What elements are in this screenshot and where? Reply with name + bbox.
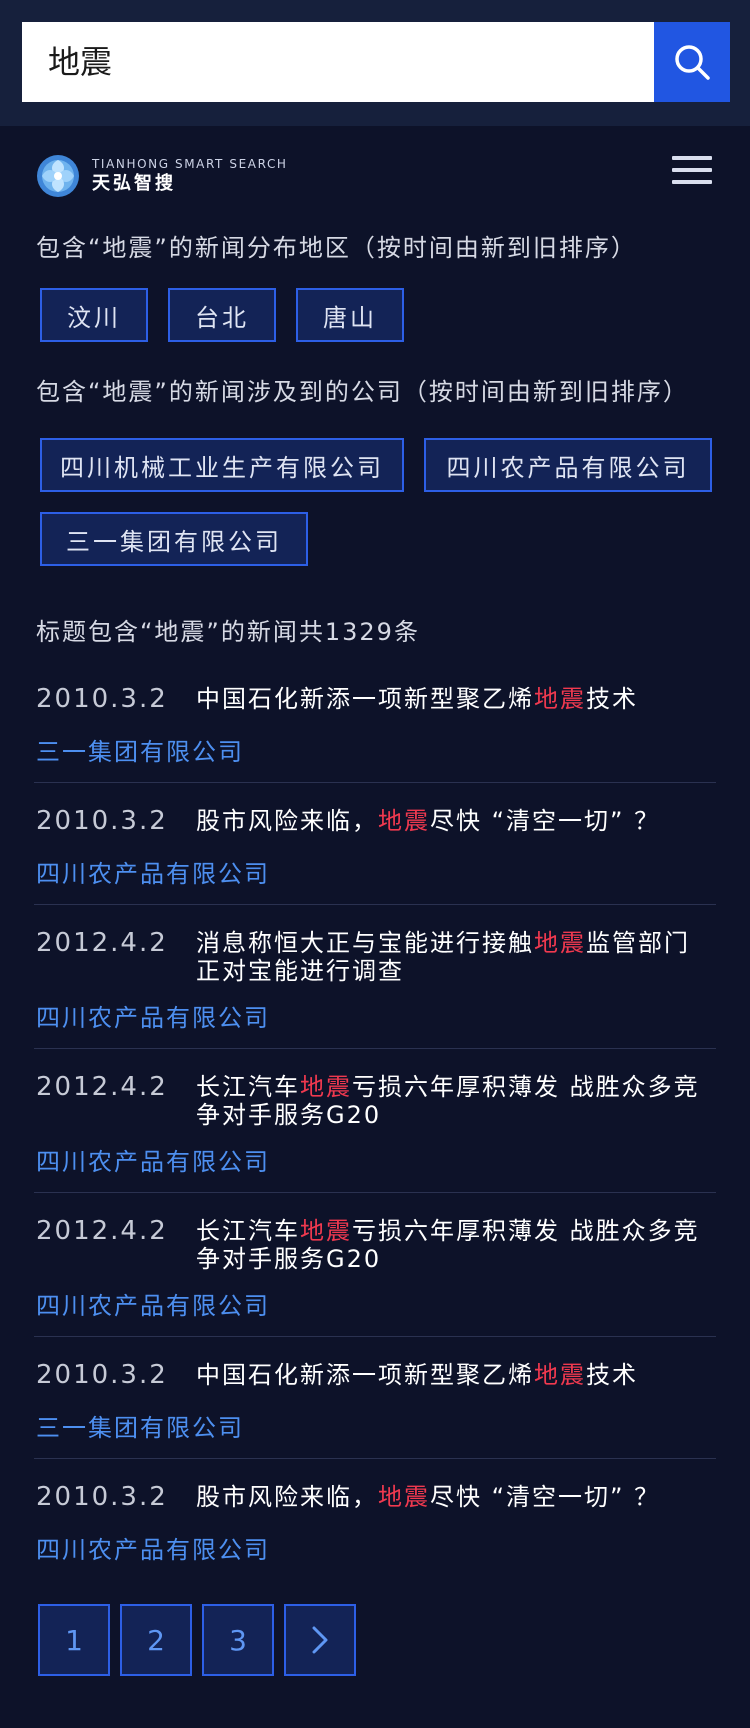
results-summary: 标题包含“地震”的新闻共1329条 xyxy=(36,618,420,646)
news-title[interactable]: 股市风险来临，地震尽快 “清空一切” ？ xyxy=(196,807,712,835)
keyword-highlight: 地震 xyxy=(300,1073,352,1101)
next-page-button[interactable] xyxy=(284,1604,356,1676)
news-title[interactable]: 消息称恒大正与宝能进行接触地震监管部门正对宝能进行调查 xyxy=(196,929,712,985)
search-icon xyxy=(675,45,710,80)
divider xyxy=(34,1192,716,1193)
news-company-link[interactable]: 四川农产品有限公司 xyxy=(36,998,270,1033)
news-date: 2010.3.2 xyxy=(36,1482,168,1512)
news-title[interactable]: 中国石化新添一项新型聚乙烯地震技术 xyxy=(196,685,712,713)
news-company-link[interactable]: 四川农产品有限公司 xyxy=(36,854,270,889)
menu-icon[interactable] xyxy=(672,156,712,188)
divider xyxy=(34,1458,716,1459)
news-company-link[interactable]: 三一集团有限公司 xyxy=(36,1408,244,1443)
keyword-highlight: 地震 xyxy=(300,1217,352,1245)
news-title[interactable]: 股市风险来临，地震尽快 “清空一切” ？ xyxy=(196,1483,712,1511)
region-tag[interactable]: 唐山 xyxy=(296,288,404,342)
region-tag[interactable]: 台北 xyxy=(168,288,276,342)
keyword-highlight: 地震 xyxy=(534,1361,586,1389)
divider xyxy=(34,1048,716,1049)
news-date: 2010.3.2 xyxy=(36,806,168,836)
news-title[interactable]: 中国石化新添一项新型聚乙烯地震技术 xyxy=(196,1361,712,1389)
news-date: 2010.3.2 xyxy=(36,1360,168,1390)
keyword-highlight: 地震 xyxy=(378,1483,430,1511)
news-date: 2012.4.2 xyxy=(36,928,168,958)
companies-label: 包含“地震”的新闻涉及到的公司（按时间由新到旧排序） xyxy=(36,378,689,406)
page-button-3[interactable]: 3 xyxy=(202,1604,274,1676)
search-button[interactable] xyxy=(654,22,730,102)
divider xyxy=(34,904,716,905)
page-button-2[interactable]: 2 xyxy=(120,1604,192,1676)
brand-name-cn: 天弘智搜 xyxy=(92,173,176,194)
keyword-highlight: 地震 xyxy=(534,929,586,957)
region-tag[interactable]: 汶川 xyxy=(40,288,148,342)
news-company-link[interactable]: 四川农产品有限公司 xyxy=(36,1530,270,1565)
news-company-link[interactable]: 三一集团有限公司 xyxy=(36,732,244,767)
news-company-link[interactable]: 四川农产品有限公司 xyxy=(36,1142,270,1177)
keyword-highlight: 地震 xyxy=(378,807,430,835)
news-date: 2012.4.2 xyxy=(36,1072,168,1102)
chevron-right-icon xyxy=(312,1626,328,1654)
news-title[interactable]: 长江汽车地震亏损六年厚积薄发 战胜众多竞争对手服务G20 xyxy=(196,1217,712,1273)
company-tag[interactable]: 四川农产品有限公司 xyxy=(424,438,712,492)
company-tag[interactable]: 三一集团有限公司 xyxy=(40,512,308,566)
brand-name-en: TIANHONG SMART SEARCH xyxy=(92,157,288,171)
news-date: 2010.3.2 xyxy=(36,684,168,714)
search-header: 地震 xyxy=(0,0,750,126)
logo-icon xyxy=(37,155,79,197)
news-date: 2012.4.2 xyxy=(36,1216,168,1246)
divider xyxy=(34,1336,716,1337)
company-tag[interactable]: 四川机械工业生产有限公司 xyxy=(40,438,404,492)
news-company-link[interactable]: 四川农产品有限公司 xyxy=(36,1286,270,1321)
divider xyxy=(34,782,716,783)
page-button-1[interactable]: 1 xyxy=(38,1604,110,1676)
search-input[interactable]: 地震 xyxy=(22,22,654,102)
regions-label: 包含“地震”的新闻分布地区（按时间由新到旧排序） xyxy=(36,234,637,262)
keyword-highlight: 地震 xyxy=(534,685,586,713)
news-title[interactable]: 长江汽车地震亏损六年厚积薄发 战胜众多竞争对手服务G20 xyxy=(196,1073,712,1129)
brand-logo[interactable]: TIANHONG SMART SEARCH 天弘智搜 xyxy=(36,152,288,200)
